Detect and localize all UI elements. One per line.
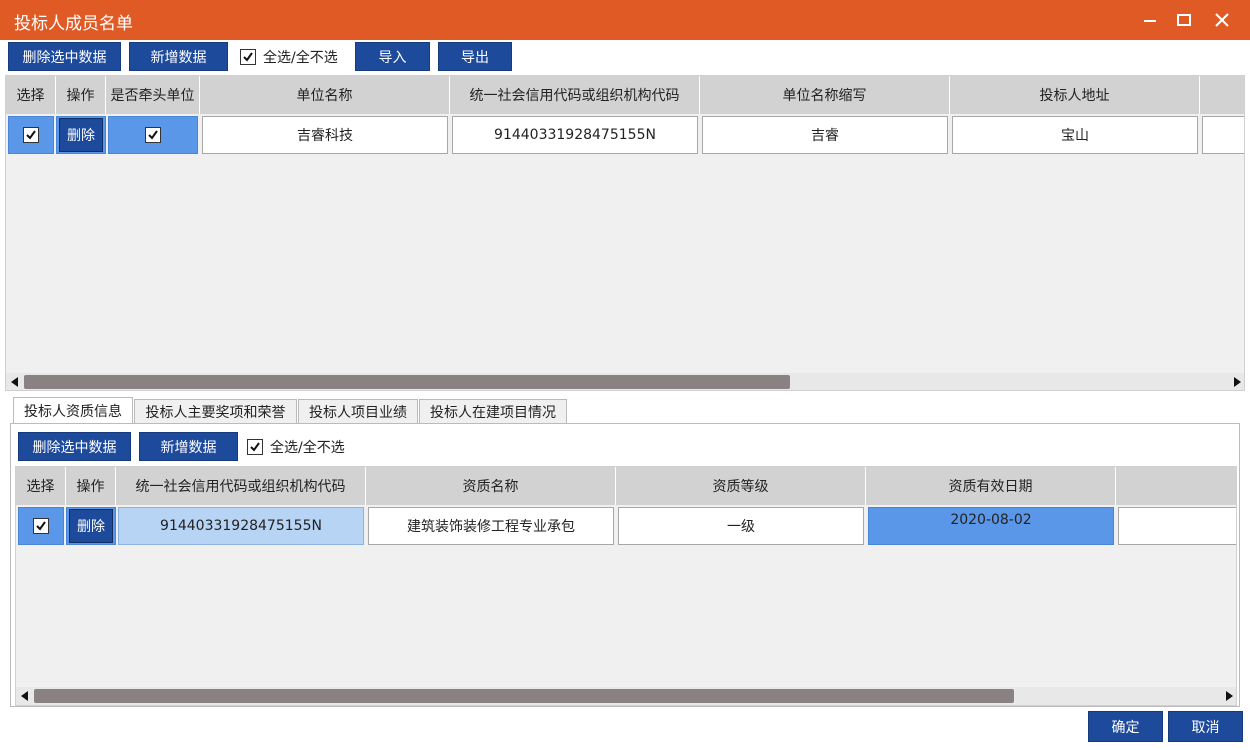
column-header: 投标人地址 [950, 76, 1200, 114]
add-data-button[interactable]: 新增数据 [129, 42, 228, 71]
column-header-overflow [1116, 467, 1236, 505]
action-cell: 删除 [66, 507, 116, 545]
scrollbar-thumb[interactable] [34, 689, 1014, 703]
maximize-icon[interactable] [1170, 8, 1198, 32]
credit-code-cell[interactable]: 91440331928475155N [118, 507, 364, 545]
minimize-icon[interactable] [1136, 8, 1164, 32]
checkbox-checked-icon[interactable] [23, 127, 39, 143]
column-header: 统一社会信用代码或组织机构代码 [450, 76, 700, 114]
unit-name-cell[interactable]: 吉睿科技 [202, 116, 448, 154]
column-header: 选择 [16, 467, 66, 505]
sub-add-data-button[interactable]: 新增数据 [139, 432, 238, 461]
column-header: 操作 [56, 76, 106, 114]
delete-selected-button[interactable]: 删除选中数据 [8, 42, 121, 71]
cancel-button[interactable]: 取消 [1168, 711, 1243, 742]
sub-delete-selected-button[interactable]: 删除选中数据 [18, 432, 131, 461]
row-select-checkbox[interactable] [18, 507, 64, 545]
column-header: 选择 [6, 76, 56, 114]
overflow-cell[interactable] [1202, 116, 1244, 154]
sub-select-all-label: 全选/全不选 [270, 440, 345, 456]
members-table: 选择 操作 是否牵头单位 单位名称 统一社会信用代码或组织机构代码 单位名称缩写… [5, 75, 1245, 391]
scroll-right-icon[interactable] [1222, 689, 1236, 703]
import-button[interactable]: 导入 [355, 42, 430, 71]
column-header: 是否牵头单位 [106, 76, 200, 114]
column-header: 统一社会信用代码或组织机构代码 [116, 467, 366, 505]
valid-date-cell[interactable]: 2020-08-02 [868, 507, 1114, 545]
credit-code-cell[interactable]: 91440331928475155N [452, 116, 698, 154]
close-icon[interactable] [1208, 8, 1236, 32]
title-bar: 投标人成员名单 [0, 0, 1250, 40]
qualification-table: 选择 操作 统一社会信用代码或组织机构代码 资质名称 资质等级 资质有效日期 删… [15, 466, 1237, 706]
qualification-panel: 删除选中数据 新增数据 全选/全不选 选择 操作 统一社会信用代码或组织机构代码… [10, 423, 1240, 707]
select-all-label: 全选/全不选 [263, 50, 338, 66]
address-cell[interactable]: 宝山 [952, 116, 1198, 154]
window-title: 投标人成员名单 [14, 14, 133, 34]
checkbox-checked-icon[interactable] [145, 127, 161, 143]
checkbox-checked-icon[interactable] [33, 518, 49, 534]
tab-qualification[interactable]: 投标人资质信息 [13, 397, 133, 424]
action-cell: 删除 [56, 116, 106, 154]
ok-button[interactable]: 确定 [1088, 711, 1163, 742]
qual-name-cell[interactable]: 建筑装饰装修工程专业承包 [368, 507, 614, 545]
column-header: 资质名称 [366, 467, 616, 505]
delete-row-button[interactable]: 删除 [59, 118, 103, 152]
short-name-cell[interactable]: 吉睿 [702, 116, 948, 154]
row-select-checkbox[interactable] [8, 116, 54, 154]
column-header: 操作 [66, 467, 116, 505]
column-header: 资质等级 [616, 467, 866, 505]
scrollbar-thumb[interactable] [24, 375, 790, 389]
column-header-overflow [1200, 76, 1244, 114]
qual-level-cell[interactable]: 一级 [618, 507, 864, 545]
sub-select-all-checkbox[interactable]: 全选/全不选 [247, 437, 345, 457]
scroll-right-icon[interactable] [1230, 375, 1244, 389]
overflow-cell[interactable] [1118, 507, 1236, 545]
is-lead-checkbox[interactable] [108, 116, 198, 154]
column-header: 资质有效日期 [866, 467, 1116, 505]
checkbox-checked-icon[interactable] [247, 439, 263, 455]
members-horizontal-scrollbar[interactable] [6, 373, 1244, 390]
select-all-checkbox[interactable]: 全选/全不选 [240, 47, 338, 67]
delete-row-button[interactable]: 删除 [69, 509, 113, 543]
qualification-horizontal-scrollbar[interactable] [16, 687, 1236, 705]
tab-awards[interactable]: 投标人主要奖项和荣誉 [134, 399, 297, 424]
scroll-left-icon[interactable] [8, 375, 22, 389]
tab-ongoing-projects[interactable]: 投标人在建项目情况 [419, 399, 567, 424]
export-button[interactable]: 导出 [438, 42, 512, 71]
column-header: 单位名称缩写 [700, 76, 950, 114]
column-header: 单位名称 [200, 76, 450, 114]
checkbox-checked-icon[interactable] [240, 49, 256, 65]
scroll-left-icon[interactable] [18, 689, 32, 703]
tab-project-performance[interactable]: 投标人项目业绩 [298, 399, 418, 424]
